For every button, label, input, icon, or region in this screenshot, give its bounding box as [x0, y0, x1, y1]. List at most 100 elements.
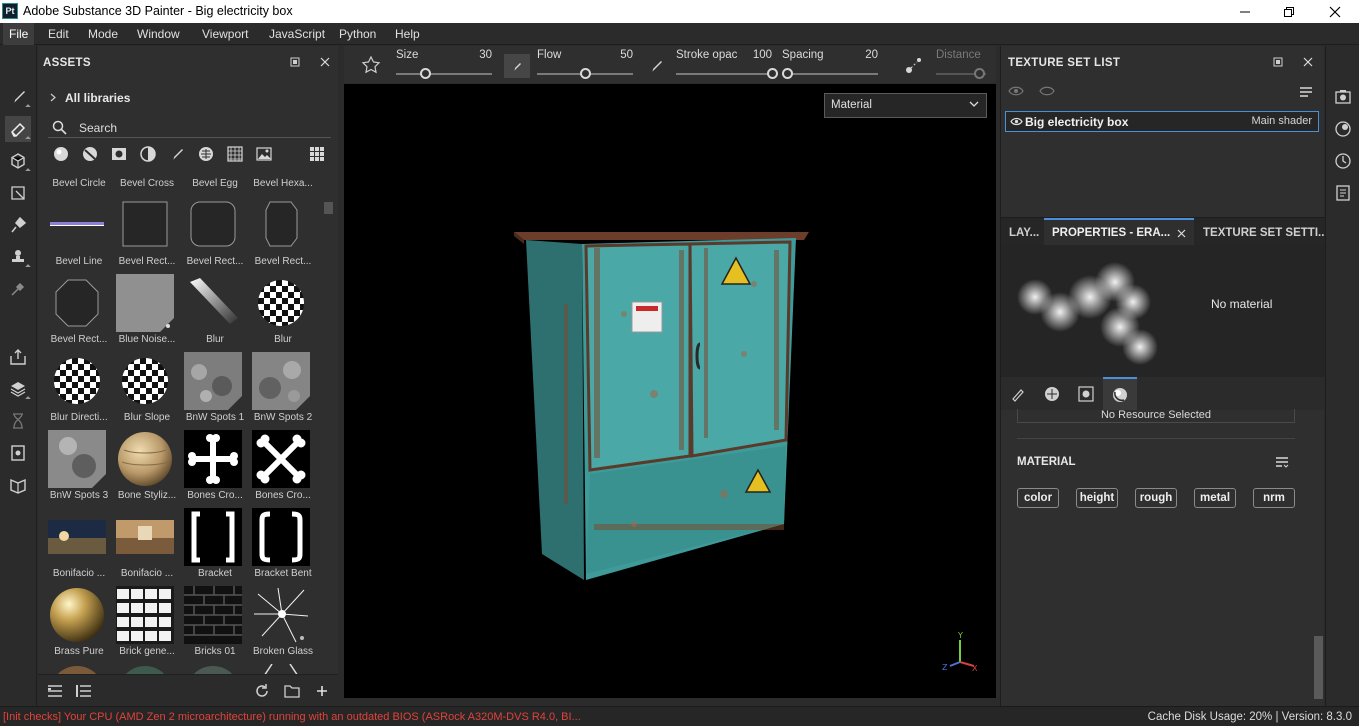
flow-slider[interactable]: Flow 50: [537, 46, 633, 83]
display-settings-icon[interactable]: [1334, 88, 1352, 106]
asset-tile[interactable]: BnW Spots 2: [246, 352, 314, 430]
asset-tile[interactable]: Blur: [178, 274, 246, 352]
asset-tile[interactable]: Bevel Line: [42, 196, 110, 274]
channel-nrm-button[interactable]: nrm: [1253, 488, 1295, 508]
size-slider[interactable]: Size 30: [396, 46, 492, 83]
asset-tile[interactable]: Bevel Cross: [110, 176, 178, 196]
viewport-mode-select[interactable]: Material: [824, 93, 987, 118]
spacing-slider[interactable]: Spacing 20: [781, 46, 878, 83]
minimize-button[interactable]: [1222, 0, 1268, 23]
asset-tile[interactable]: Bevel Circle: [42, 176, 110, 196]
3d-viewport[interactable]: Material Y Z X: [344, 84, 996, 698]
asset-tile[interactable]: Bones Cro...: [246, 430, 314, 508]
asset-tile[interactable]: Brick gene...: [110, 586, 178, 664]
brush-filter-icon[interactable]: [168, 145, 186, 163]
texture-set-item[interactable]: Big electricity box Main shader: [1005, 111, 1319, 132]
smudge-tool[interactable]: [5, 212, 31, 238]
filter-filter-icon[interactable]: [139, 145, 157, 163]
document-tool[interactable]: [5, 440, 31, 466]
menu-javascript[interactable]: JavaScript: [263, 23, 331, 45]
particle-filter-icon[interactable]: [226, 145, 244, 163]
asset-tile[interactable]: BnW Spots 3: [42, 430, 110, 508]
menu-help[interactable]: Help: [389, 23, 426, 45]
close-assets-icon[interactable]: [318, 55, 332, 69]
channel-height-button[interactable]: height: [1076, 488, 1118, 508]
material-options-icon[interactable]: [1275, 456, 1289, 468]
asset-tile[interactable]: Bone Styliz...: [110, 430, 178, 508]
close-texture-set-icon[interactable]: [1301, 55, 1315, 69]
menu-python[interactable]: Python: [333, 23, 382, 45]
asset-tile[interactable]: Broken Glass: [246, 586, 314, 664]
tab-layers[interactable]: LAY...: [1001, 218, 1043, 246]
symmetry-tool-icon[interactable]: [360, 54, 382, 76]
asset-tile[interactable]: Bracket Bent: [246, 508, 314, 586]
menu-edit[interactable]: Edit: [42, 23, 75, 45]
asset-tile[interactable]: Bonifacio ...: [110, 508, 178, 586]
history-icon[interactable]: [1334, 152, 1352, 170]
lazy-mouse-icon[interactable]: [904, 55, 924, 75]
close-window-button[interactable]: [1312, 0, 1358, 23]
menu-viewport[interactable]: Viewport: [196, 23, 254, 45]
float-panel-icon[interactable]: [1271, 55, 1285, 69]
history-tool[interactable]: [5, 408, 31, 434]
assets-scrollbar[interactable]: [324, 202, 333, 214]
asset-tile[interactable]: Bevel Egg: [178, 176, 246, 196]
brush-properties-icon[interactable]: [1001, 377, 1035, 410]
asset-tile[interactable]: Blur Slope: [110, 352, 178, 430]
shader-settings-icon[interactable]: [1334, 120, 1352, 138]
list-view-icon[interactable]: [47, 683, 63, 699]
eraser-tool[interactable]: [5, 116, 31, 142]
status-message[interactable]: [Init checks] Your CPU (AMD Zen 2 microa…: [3, 711, 581, 723]
projection-tool[interactable]: [5, 148, 31, 174]
library-selector[interactable]: All libraries: [50, 91, 130, 105]
asset-tile[interactable]: Bevel Rect...: [246, 196, 314, 274]
asset-tile[interactable]: Blur Directi...: [42, 352, 110, 430]
material-icon[interactable]: [1103, 377, 1137, 410]
close-tab-icon[interactable]: [1177, 229, 1186, 238]
stencil-icon[interactable]: [1069, 377, 1103, 410]
bake-tool[interactable]: [5, 376, 31, 402]
asset-tile[interactable]: BnW Spots 1: [178, 352, 246, 430]
clone-tool[interactable]: [5, 244, 31, 270]
texture-filter-icon[interactable]: [197, 145, 215, 163]
environment-filter-icon[interactable]: [255, 145, 273, 163]
asset-tile[interactable]: Bevel Rect...: [42, 274, 110, 352]
smart-material-filter-icon[interactable]: [81, 145, 99, 163]
paint-brush-tool[interactable]: [5, 84, 31, 110]
asset-tile[interactable]: Blur: [246, 274, 314, 352]
menu-mode[interactable]: Mode: [82, 23, 124, 45]
channel-color-button[interactable]: color: [1017, 488, 1059, 508]
asset-tile[interactable]: Bonifacio ...: [42, 508, 110, 586]
asset-tile[interactable]: Bevel Hexa...: [246, 176, 314, 196]
eye-icon[interactable]: [1010, 117, 1023, 126]
channel-rough-button[interactable]: rough: [1135, 488, 1177, 508]
asset-tile[interactable]: Blue Noise...: [110, 274, 178, 352]
maximize-button[interactable]: [1266, 0, 1312, 23]
folder-icon[interactable]: [284, 683, 300, 699]
properties-scrollbar[interactable]: [1314, 636, 1323, 699]
export-tool[interactable]: [5, 344, 31, 370]
pressure-size-button[interactable]: [504, 54, 530, 78]
material-filter-icon[interactable]: [52, 145, 70, 163]
polygon-fill-tool[interactable]: [5, 180, 31, 206]
asset-tile[interactable]: Brass Pure: [42, 586, 110, 664]
search-input[interactable]: Search: [48, 118, 331, 138]
distance-slider[interactable]: Distance: [936, 46, 986, 83]
shelf-tool[interactable]: [5, 472, 31, 498]
mask-filter-icon[interactable]: [110, 145, 128, 163]
float-panel-icon[interactable]: [288, 55, 302, 69]
menu-file[interactable]: File: [3, 23, 35, 45]
asset-tile[interactable]: Bevel Rect...: [178, 196, 246, 274]
tab-properties[interactable]: PROPERTIES - ERA...: [1044, 218, 1194, 246]
log-icon[interactable]: [1334, 184, 1352, 202]
color-picker-tool[interactable]: [5, 276, 31, 302]
pressure-flow-icon[interactable]: [646, 56, 666, 76]
asset-tile[interactable]: Bricks 01: [178, 586, 246, 664]
menu-window[interactable]: Window: [131, 23, 186, 45]
texture-set-menu-icon[interactable]: [1299, 86, 1313, 98]
details-view-icon[interactable]: [76, 683, 92, 699]
refresh-icon[interactable]: [254, 683, 270, 699]
grid-view-icon[interactable]: [308, 145, 326, 163]
add-asset-icon[interactable]: [314, 683, 330, 699]
asset-tile[interactable]: Bevel Rect...: [110, 196, 178, 274]
